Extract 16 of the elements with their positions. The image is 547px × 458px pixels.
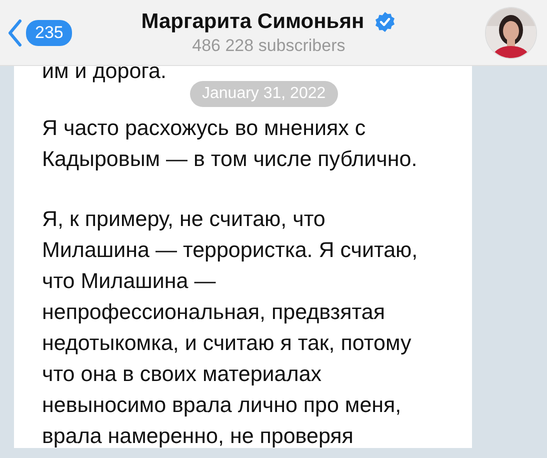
message-line: им и дорога. [42,66,168,85]
message-line: врала намеренно, не проверяя [42,423,354,450]
message-line: Я, к примеру, не считаю, что [42,206,326,233]
message-line: Я часто расхожусь во мнениях с [42,115,367,142]
message-line: Кадыровым — в том числе публично. [42,146,418,173]
message-line: невыносимо врала лично про меня, [42,392,402,419]
back-button[interactable]: 235 [8,18,72,46]
message-line: что она в своих материалах [42,361,323,388]
subscriber-count: 486 228 subscribers [192,36,346,56]
unread-badge: 235 [26,20,72,46]
message-line: Милашина — террористка. Я считаю, [42,237,419,264]
message-line: непрофессиональная, предвзятая [42,299,386,326]
back-chevron-icon [8,18,22,46]
channel-name: Маргарита Симоньян [141,10,364,34]
message-line: что Милашина — [42,268,217,295]
message-line: недотыкомка, и считаю я так, потому [42,330,412,357]
